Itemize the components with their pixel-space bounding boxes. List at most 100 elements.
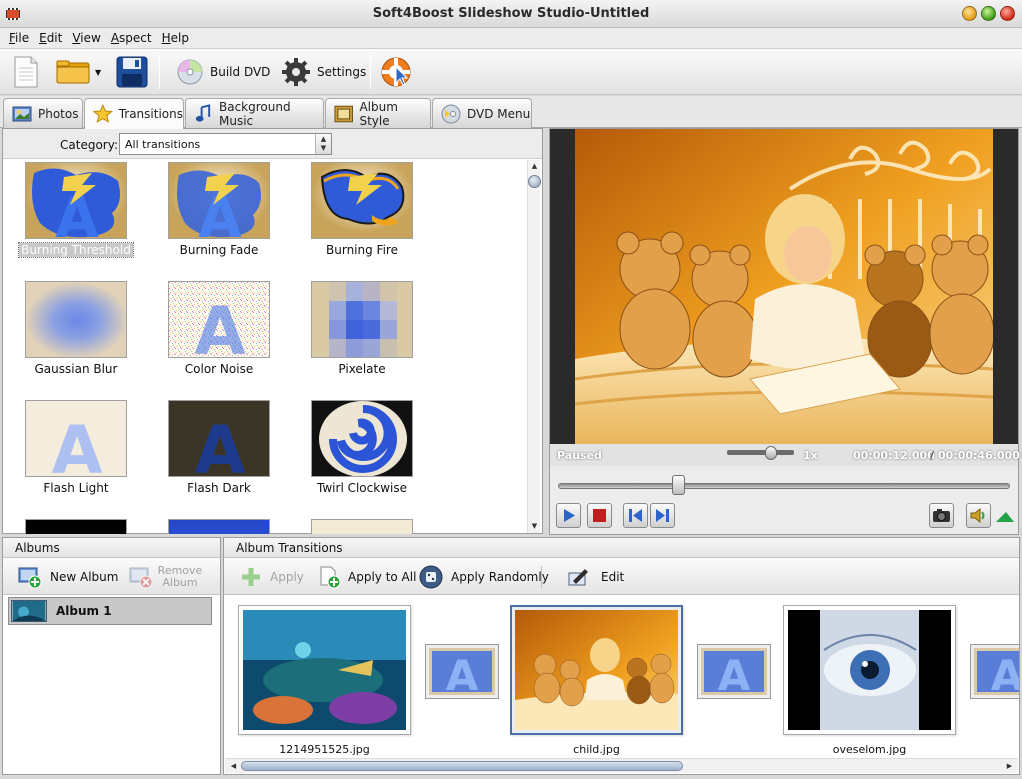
apply-to-all-label: Apply to All (348, 570, 417, 584)
transitions-scrollbar[interactable]: ▲ ▼ (527, 160, 541, 533)
timeline-scrollbar[interactable]: ◀ ▶ (225, 758, 1018, 773)
transition-name: Twirl Clockwise (317, 481, 407, 495)
transition-a-icon: A (429, 648, 495, 700)
tab-dvd-menu[interactable]: DVD Menu (432, 98, 532, 128)
svg-text:A: A (718, 651, 751, 695)
album-name: Album 1 (56, 604, 112, 618)
album-style-icon (334, 105, 353, 122)
svg-text:A: A (446, 651, 479, 695)
slide-item[interactable]: oveselom.jpg (783, 605, 956, 756)
settings-button[interactable]: Settings (281, 54, 366, 90)
category-value: All transitions (125, 138, 201, 151)
close-button[interactable] (1000, 6, 1015, 21)
transition-a-icon: A (701, 648, 767, 700)
position-slider-track[interactable] (558, 483, 1010, 489)
transition-color-noise[interactable]: A Color Noise (154, 279, 284, 389)
tab-transitions-label: Transitions (118, 107, 183, 121)
transition-partial[interactable] (297, 517, 427, 534)
apply-to-all-button[interactable]: Apply to All (318, 563, 416, 591)
new-project-button[interactable] (12, 54, 40, 90)
position-slider-knob[interactable] (672, 475, 686, 495)
toolbar: ▼ Build DVD Settings (0, 49, 1022, 95)
transition-partial[interactable] (11, 517, 141, 534)
tab-strip: Photos Transitions Background Music Albu… (0, 96, 1022, 129)
new-album-button[interactable]: New Album (17, 563, 118, 591)
transition-thumbnail: A (25, 400, 127, 477)
build-dvd-button[interactable]: Build DVD (176, 54, 270, 90)
transition-thumbnail: A (168, 281, 270, 358)
tab-album-style[interactable]: Album Style (325, 98, 431, 128)
edit-button[interactable]: Edit (567, 563, 624, 591)
transition-name: Gaussian Blur (34, 362, 118, 376)
tab-photos[interactable]: Photos (3, 98, 83, 128)
transition-flash-light[interactable]: A Flash Light (11, 398, 141, 508)
apply-button[interactable]: Apply (239, 563, 304, 591)
open-project-button[interactable]: ▼ (55, 54, 101, 90)
play-button[interactable] (556, 503, 581, 528)
menu-help[interactable]: Help (157, 28, 194, 48)
transition-partial[interactable] (154, 517, 284, 534)
minimize-button[interactable] (962, 6, 977, 21)
menu-aspect-label: spect (119, 31, 152, 45)
transition-thumbnail (311, 162, 413, 239)
slide-transition[interactable]: A (425, 644, 499, 700)
new-document-icon (14, 56, 38, 88)
slide-transition[interactable]: A (970, 644, 1019, 700)
menu-aspect[interactable]: Aspect (106, 28, 157, 48)
speed-slider-track[interactable] (727, 450, 794, 455)
slide-item-selected[interactable]: child.jpg (510, 605, 683, 756)
skip-previous-icon (629, 509, 642, 522)
menu-edit[interactable]: Edit (34, 28, 67, 48)
menu-file[interactable]: File (4, 28, 34, 48)
previous-button[interactable] (623, 503, 648, 528)
slide-frame (238, 605, 411, 735)
transition-name: Pixelate (338, 362, 386, 376)
tab-transitions[interactable]: Transitions (84, 98, 184, 129)
volume-button[interactable] (966, 503, 991, 528)
transition-twirl-clockwise[interactable]: Twirl Clockwise (297, 398, 427, 508)
menu-view[interactable]: View (67, 28, 105, 48)
menu-view-label: iew (80, 31, 101, 45)
transition-burning-fade[interactable]: A Burning Fade (154, 160, 284, 270)
edit-icon (568, 569, 588, 586)
transition-thumbnail (311, 400, 413, 477)
maximize-button[interactable] (981, 6, 996, 21)
slide-image (788, 610, 951, 730)
scroll-down-icon[interactable]: ▼ (528, 520, 541, 533)
apply-randomly-label: Apply Randomly (451, 570, 549, 584)
speed-slider-knob[interactable] (765, 446, 777, 460)
slide-filename: oveselom.jpg (832, 743, 907, 756)
album-list-item[interactable]: Album 1 (8, 597, 212, 625)
slide-item[interactable]: 1214951525.jpg (238, 605, 411, 756)
transition-pixelate[interactable]: Pixelate (297, 279, 427, 389)
apply-randomly-button[interactable]: Apply Randomly (419, 563, 549, 591)
transition-gaussian-blur[interactable]: Gaussian Blur (11, 279, 141, 389)
transition-flash-dark[interactable]: A Flash Dark (154, 398, 284, 508)
photos-icon (12, 106, 32, 121)
scroll-thumb[interactable] (241, 761, 683, 771)
scroll-thumb[interactable] (528, 175, 541, 188)
transition-burning-fire[interactable]: Burning Fire (297, 160, 427, 270)
scroll-right-icon[interactable]: ▶ (1003, 759, 1016, 773)
tab-background-music[interactable]: Background Music (185, 98, 324, 128)
transition-name: Flash Dark (187, 481, 251, 495)
volume-level-indicator[interactable] (993, 503, 1017, 528)
transition-burning-threshold[interactable]: A Burning Threshold (11, 160, 141, 270)
apply-label: Apply (270, 570, 304, 584)
stop-button[interactable] (587, 503, 612, 528)
save-disk-icon (116, 56, 148, 88)
chevron-down-icon[interactable]: ▼ (95, 68, 101, 77)
category-bar: Category: All transitions ▲ ▼ (3, 129, 542, 159)
snapshot-button[interactable] (929, 503, 954, 528)
tab-background-music-label: Background Music (218, 99, 291, 128)
time-separator: / (930, 449, 935, 462)
plus-icon (242, 568, 260, 586)
slide-transition[interactable]: A (697, 644, 771, 700)
remove-album-button[interactable]: Remove Album (128, 563, 206, 591)
scroll-left-icon[interactable]: ◀ (227, 759, 240, 773)
scroll-up-icon[interactable]: ▲ (528, 160, 541, 173)
save-project-button[interactable] (115, 54, 149, 90)
next-button[interactable] (650, 503, 675, 528)
help-button[interactable] (379, 54, 413, 90)
category-select[interactable]: All transitions ▲ ▼ (119, 133, 332, 155)
